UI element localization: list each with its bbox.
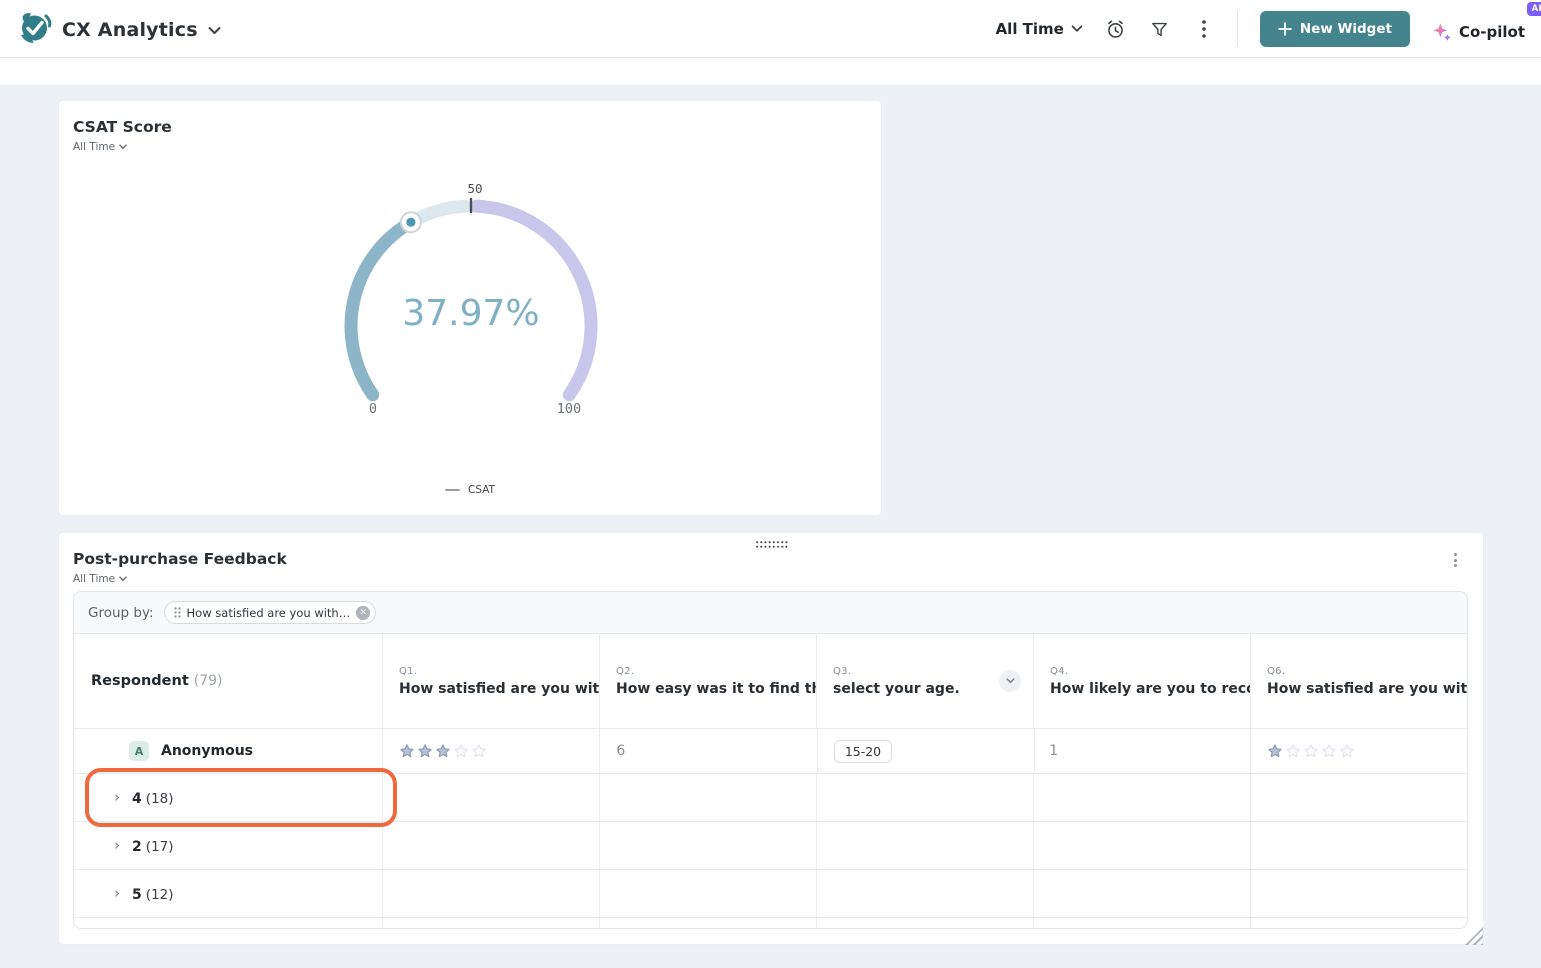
chevron-down-icon	[119, 576, 127, 582]
star-icon	[435, 743, 451, 759]
cell-q4-value: 1	[1034, 729, 1249, 773]
sparkle-icon	[1432, 22, 1452, 42]
group-by-chip[interactable]: How satisfied are you with… ✕	[164, 601, 377, 624]
post-purchase-feedback-widget: Post-purchase Feedback All Time Group by…	[58, 532, 1484, 945]
gauge-legend[interactable]: CSAT	[59, 484, 881, 496]
star-icon	[1321, 743, 1337, 759]
star-icon	[399, 743, 415, 759]
star-icon	[453, 743, 469, 759]
table-row-group-5[interactable]: › 5(12)	[74, 870, 1467, 918]
respondent-label: Respondent	[91, 673, 189, 689]
chip-close-icon[interactable]: ✕	[356, 606, 370, 620]
feedback-table-panel: Group by: How satisfied are you with… ✕ …	[73, 591, 1468, 929]
cell-q2-value: 6	[599, 729, 816, 773]
filter-icon[interactable]	[1149, 18, 1171, 40]
column-header-q6[interactable]: Q6. How satisfied are you with the…	[1250, 634, 1467, 728]
csat-time-label: All Time	[73, 141, 115, 153]
legend-label: CSAT	[468, 484, 495, 496]
new-widget-label: New Widget	[1300, 21, 1392, 37]
group-by-label: Group by:	[88, 605, 154, 621]
star-rating	[399, 743, 487, 759]
drag-dots-icon	[174, 607, 181, 618]
group-by-bar: Group by: How satisfied are you with… ✕	[74, 592, 1467, 634]
avatar: A	[129, 741, 149, 761]
star-icon	[1285, 743, 1301, 759]
feedback-widget-time-filter[interactable]: All Time	[73, 573, 127, 585]
legend-dash-icon	[445, 489, 460, 491]
alarm-icon[interactable]	[1105, 18, 1127, 40]
plus-icon	[1278, 22, 1292, 36]
global-time-filter[interactable]: All Time	[996, 20, 1083, 38]
csat-score-widget: CSAT Score All Time 50 37.97% 0 100 CSAT	[58, 100, 882, 516]
more-options-icon[interactable]	[1193, 18, 1215, 40]
cell-q1-rating	[382, 729, 599, 773]
feedback-time-label: All Time	[73, 573, 115, 585]
table-header-row: Respondent (79) Q1. How satisfied are yo…	[74, 634, 1467, 729]
respondent-column-header[interactable]: Respondent (79)	[74, 634, 382, 728]
table-row-partial	[74, 918, 1467, 929]
copilot-button[interactable]: Co-pilot AI	[1432, 16, 1525, 42]
widget-more-options-icon[interactable]	[1447, 551, 1463, 569]
star-icon	[1303, 743, 1319, 759]
new-widget-button[interactable]: New Widget	[1260, 11, 1410, 47]
star-icon	[1339, 743, 1355, 759]
app-logo-icon	[16, 10, 52, 50]
age-range-chip: 15-20	[834, 740, 892, 763]
gauge-value-label: 37.97%	[402, 293, 539, 334]
feedback-table: Respondent (79) Q1. How satisfied are yo…	[74, 634, 1467, 929]
gauge-min-label: 0	[369, 401, 377, 417]
copilot-label: Co-pilot	[1459, 23, 1525, 41]
star-icon	[471, 743, 487, 759]
gauge-threshold-label: 50	[467, 181, 482, 196]
csat-widget-time-filter[interactable]: All Time	[73, 141, 127, 153]
group-by-chip-label: How satisfied are you with…	[187, 606, 351, 620]
csat-widget-title: CSAT Score	[73, 118, 172, 136]
star-icon	[1267, 743, 1283, 759]
global-time-filter-label: All Time	[996, 20, 1064, 38]
gauge-max-label: 100	[557, 401, 581, 417]
column-header-q3[interactable]: Q3. select your age.	[816, 634, 1033, 728]
table-row-group-4[interactable]: › 4(18)	[74, 774, 1467, 822]
table-row-group-2[interactable]: › 2(17)	[74, 822, 1467, 870]
csat-gauge-chart: 50 37.97% 0 100	[226, 171, 716, 426]
brand[interactable]: CX Analytics	[16, 10, 221, 50]
widget-drag-handle[interactable]	[755, 540, 789, 549]
column-header-q2[interactable]: Q2. How easy was it to find the pr…	[599, 634, 816, 728]
column-header-q4[interactable]: Q4. How likely are you to recomm…	[1033, 634, 1250, 728]
table-row-anonymous[interactable]: A Anonymous 6 15-20	[74, 729, 1467, 774]
cell-q6-rating	[1250, 729, 1467, 773]
top-navigation-bar: CX Analytics All Time	[0, 0, 1541, 58]
chevron-down-icon	[1071, 25, 1083, 33]
app-switcher-chevron-icon[interactable]	[208, 26, 221, 35]
cell-q3-value: 15-20	[817, 729, 1034, 773]
chevron-down-icon	[1006, 678, 1015, 684]
chevron-down-icon	[119, 144, 127, 150]
respondent-name: Anonymous	[161, 743, 253, 759]
star-rating	[1267, 743, 1355, 759]
expand-chevron-icon[interactable]: ›	[114, 886, 120, 901]
ai-badge: AI	[1527, 2, 1541, 16]
expand-chevron-icon[interactable]: ›	[114, 790, 120, 805]
column-header-q1[interactable]: Q1. How satisfied are you with the…	[382, 634, 599, 728]
column-menu-button[interactable]	[999, 670, 1021, 692]
star-icon	[417, 743, 433, 759]
respondent-count: (79)	[194, 673, 223, 689]
toolbar-divider	[1237, 11, 1238, 47]
widget-resize-handle[interactable]	[1465, 927, 1483, 945]
scrolled-widget-edge	[0, 58, 1541, 85]
expand-chevron-icon[interactable]: ›	[114, 838, 120, 853]
app-title: CX Analytics	[62, 19, 198, 41]
feedback-widget-title: Post-purchase Feedback	[73, 550, 287, 568]
